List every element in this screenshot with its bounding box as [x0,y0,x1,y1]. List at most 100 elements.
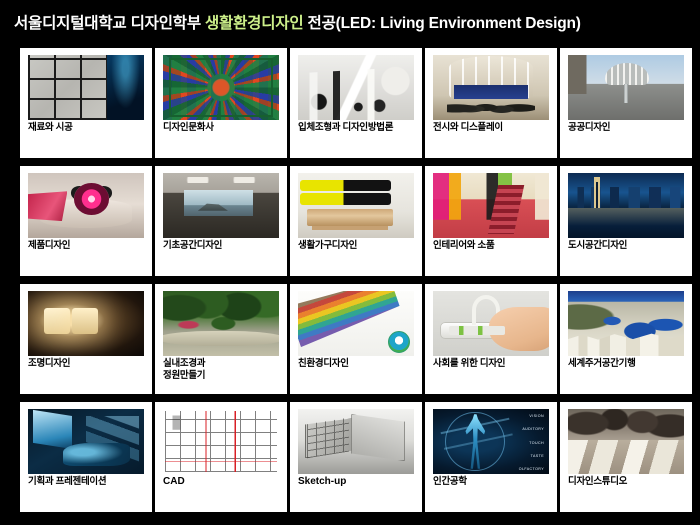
course-card[interactable]: 재료와 시공 [20,48,152,158]
course-thumbnail [568,409,684,474]
course-card[interactable]: 제품디자인 [20,166,152,276]
course-thumbnail [298,409,414,474]
course-label: 조명디자인 [28,358,71,369]
course-thumbnail [28,291,144,356]
wooden-bench [307,209,394,227]
slide-root: 서울디지털대학교 디자인학부 생활환경디자인 전공(LED: Living En… [0,0,700,525]
sense-label: TOUCH [529,440,544,445]
ceiling-lights [163,176,279,184]
course-thumbnail [28,409,144,474]
course-card[interactable]: 도시공간디자인 [560,166,692,276]
course-thumbnail [568,173,684,238]
course-label: 인테리어와 소품 [433,240,495,251]
course-label: 세계주거공간기행 [568,358,636,369]
course-label: CAD [163,476,185,487]
course-label: 디자인스튜디오 [568,476,628,487]
course-label: 디자인문화사 [163,122,214,133]
sense-label: AUDITORY [522,427,544,432]
course-thumbnail [298,291,414,356]
course-thumbnail [433,291,549,356]
senses-list: VISION AUDITORY TOUCH TASTE OLFACTORY [493,414,546,471]
course-thumbnail [163,409,279,474]
course-card[interactable]: 디자인스튜디오 [560,402,692,512]
course-label: 실내조경과 정원만들기 [163,358,206,381]
course-card[interactable]: 조명디자인 [20,284,152,394]
course-label: 기초공간디자인 [163,240,223,251]
sense-label: TASTE [530,453,544,458]
hands-on-keyboard [86,415,140,465]
course-thumbnail-art [28,173,144,238]
course-thumbnail-art [298,173,414,238]
page-title-highlight: 생활환경디자인 [205,15,304,32]
course-thumbnail-art [28,55,144,120]
course-thumbnail-art [28,291,144,356]
course-card[interactable]: 입체조형과 디자인방법론 [290,48,422,158]
course-label: 친환경디자인 [298,358,349,369]
course-card[interactable]: 공공디자인 [560,48,692,158]
course-thumbnail [163,291,279,356]
course-card[interactable]: 기획과 프레젠테이션 [20,402,152,512]
course-label: 전시와 디스플레이 [433,122,503,133]
course-card[interactable]: 디자인문화사 [155,48,287,158]
course-card[interactable]: 생활가구디자인 [290,166,422,276]
course-card[interactable]: 친환경디자인 [290,284,422,394]
course-label: 기획과 프레젠테이션 [28,476,107,487]
anatomy-figure-icon [121,60,130,115]
course-label: 생활가구디자인 [298,240,358,251]
course-card[interactable]: 실내조경과 정원만들기 [155,284,287,394]
course-thumbnail-art [568,55,684,120]
course-thumbnail-art [163,55,279,120]
page-title: 서울디지털대학교 디자인학부 생활환경디자인 전공(LED: Living En… [14,11,581,33]
course-thumbnail [163,55,279,120]
course-card[interactable]: 기초공간디자인 [155,166,287,276]
street-lamp [595,182,598,218]
course-thumbnail-art [298,409,414,474]
page-title-bar: 서울디지털대학교 디자인학부 생활환경디자인 전공(LED: Living En… [0,0,700,44]
red-fabric [28,191,68,222]
sense-label: OLFACTORY [518,467,544,472]
course-card[interactable]: 사회를 위한 디자인 [425,284,557,394]
course-thumbnail-art [568,173,684,238]
course-thumbnail-art [28,409,144,474]
course-thumbnail [433,55,549,120]
course-thumbnail [28,173,144,238]
page-title-suffix: 전공(LED: Living Environment Design) [303,15,581,32]
course-card[interactable]: 세계주거공간기행 [560,284,692,394]
course-thumbnail-art [163,173,279,238]
eco-certification-logo-icon [388,331,410,353]
course-thumbnail [433,173,549,238]
course-thumbnail-art [433,55,549,120]
course-card[interactable]: Sketch-up [290,402,422,512]
course-label: 입체조형과 디자인방법론 [298,122,394,133]
course-label: Sketch-up [298,476,347,487]
course-thumbnail [568,291,684,356]
course-thumbnail-art: VISION AUDITORY TOUCH TASTE OLFACTORY [433,409,549,474]
course-card[interactable]: VISION AUDITORY TOUCH TASTE OLFACTORY 인간공학 [425,402,557,512]
course-thumbnail-art [433,173,549,238]
course-thumbnail-art [163,291,279,356]
model-mesh [307,417,350,458]
surrounding-buildings [568,55,589,94]
page-title-prefix: 서울디지털대학교 디자인학부 [14,15,205,32]
course-thumbnail-art [433,291,549,356]
course-label: 인간공학 [433,476,467,487]
course-thumbnail-art [568,291,684,356]
course-thumbnail-art [298,291,414,356]
sense-label: VISION [529,414,544,418]
course-label: 제품디자인 [28,240,71,251]
course-card[interactable]: CAD [155,402,287,512]
course-thumbnail-art [298,55,414,120]
course-thumbnail-art [568,409,684,474]
course-label: 도시공간디자인 [568,240,628,251]
visitors-silhouette [446,92,536,115]
course-thumbnail [163,173,279,238]
green-object [574,451,584,465]
course-card[interactable]: 인테리어와 소품 [425,166,557,276]
course-label: 재료와 시공 [28,122,73,133]
plan-rooms [166,415,276,430]
course-grid: 재료와 시공 디자인문화사 입체조형과 디자인방법론 전시와 디스플레이 공공디자인제품… [20,48,692,516]
course-thumbnail [568,55,684,120]
course-label: 사회를 위한 디자인 [433,358,506,369]
course-card[interactable]: 전시와 디스플레이 [425,48,557,158]
course-thumbnail: VISION AUDITORY TOUCH TASTE OLFACTORY [433,409,549,474]
